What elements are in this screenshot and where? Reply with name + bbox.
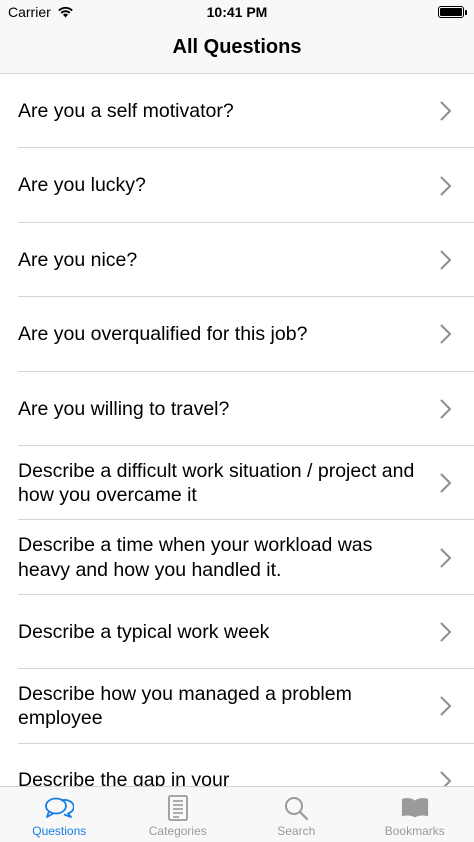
chevron-right-icon <box>440 771 452 786</box>
search-icon <box>281 795 311 821</box>
chevron-right-icon <box>440 101 452 121</box>
chevron-right-icon <box>440 473 452 493</box>
question-label: Describe a time when your workload was h… <box>18 534 373 581</box>
question-row[interactable]: Are you nice? <box>0 223 474 298</box>
chevron-right-icon <box>440 548 452 568</box>
chevron-right-icon <box>440 176 452 196</box>
question-label: Are you a self motivator? <box>18 99 234 122</box>
page-title: All Questions <box>172 36 302 58</box>
chevron-right-icon <box>440 399 452 419</box>
tab-questions[interactable]: Questions <box>0 787 119 842</box>
question-label: Describe how you managed a problem emplo… <box>18 682 352 730</box>
tab-bar: Questions Categories Search Bookmarks <box>0 786 474 842</box>
tab-label: Questions <box>32 824 87 838</box>
tab-label: Search <box>277 824 316 838</box>
status-bar: Carrier 10:41 PM <box>0 0 474 26</box>
question-row[interactable]: Are you lucky? <box>0 148 474 224</box>
question-row[interactable]: Are you a self motivator? <box>0 74 474 149</box>
question-row[interactable]: Describe a time when your workload was h… <box>0 520 474 596</box>
question-row[interactable]: Describe the gap in your <box>0 744 474 786</box>
navigation-bar: All Questions <box>0 26 474 74</box>
question-label: Are you lucky? <box>18 174 146 197</box>
question-label: Describe the gap in your <box>18 769 230 786</box>
tab-search[interactable]: Search <box>237 787 356 842</box>
question-row[interactable]: Describe a difficult work situation / pr… <box>0 446 474 521</box>
chevron-right-icon <box>440 250 452 270</box>
question-label: Describe a typical work week <box>18 620 270 643</box>
questions-list[interactable]: Are you a self motivator? Are you lucky? A… <box>0 74 474 786</box>
question-label: Describe a difficult work situation / pr… <box>18 459 415 507</box>
status-time: 10:41 PM <box>206 4 268 20</box>
question-label: Are you nice? <box>18 248 138 271</box>
tab-label: Bookmarks <box>384 824 445 838</box>
chevron-right-icon <box>440 696 452 716</box>
question-row[interactable]: Describe how you managed a problem emplo… <box>0 669 474 744</box>
tab-bookmarks[interactable]: Bookmarks <box>356 787 474 842</box>
book-icon <box>400 795 430 821</box>
question-label: Are you willing to travel? <box>18 397 230 420</box>
tab-label: Categories <box>148 824 207 838</box>
question-row[interactable]: Are you willing to travel? <box>0 372 474 447</box>
tab-categories[interactable]: Categories <box>119 787 238 842</box>
chat-bubbles-icon <box>44 795 75 821</box>
document-icon <box>163 795 193 821</box>
battery-icon <box>438 6 467 18</box>
question-row[interactable]: Are you overqualified for this job? <box>0 297 474 372</box>
question-row[interactable]: Describe a typical work week <box>0 595 474 670</box>
chevron-right-icon <box>440 324 452 344</box>
chevron-right-icon <box>440 622 452 642</box>
question-label: Are you overqualified for this job? <box>18 323 308 346</box>
